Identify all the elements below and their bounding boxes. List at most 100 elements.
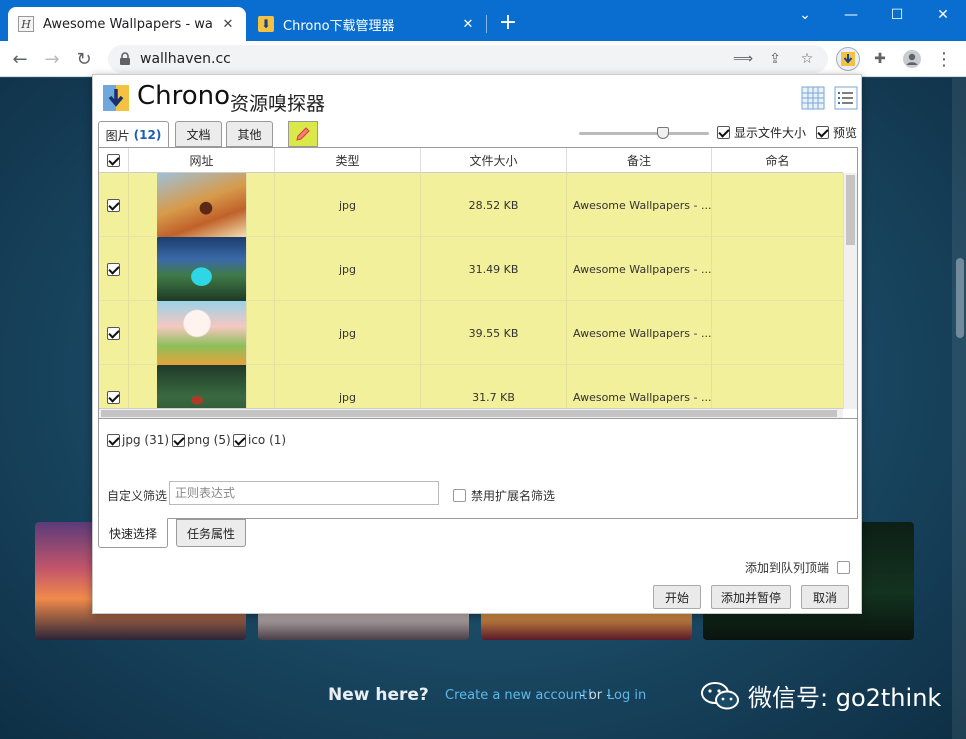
name-cell[interactable]: [712, 237, 843, 301]
type-cell: jpg: [275, 301, 421, 365]
wallhaven-favicon-icon: H: [18, 16, 34, 32]
filetype-jpg[interactable]: jpg (31): [107, 433, 169, 447]
scrollbar-thumb[interactable]: [101, 410, 837, 417]
preview-label: 预览: [833, 126, 858, 140]
show-size-option[interactable]: 显示文件大小: [717, 124, 806, 141]
preview-checkbox[interactable]: [816, 126, 829, 139]
image-preview: [156, 173, 247, 237]
grid-view-icon[interactable]: [801, 86, 825, 110]
start-button[interactable]: 开始: [653, 585, 701, 609]
tab-task-props-label: 任务属性: [186, 526, 235, 541]
pencil-edit-button[interactable]: [288, 121, 318, 147]
show-size-checkbox[interactable]: [717, 126, 730, 139]
column-header-url[interactable]: 网址: [129, 148, 275, 173]
scrollbar-thumb[interactable]: [846, 175, 855, 245]
new-tab-button[interactable]: +: [496, 12, 520, 36]
image-preview: [156, 237, 247, 301]
chrono-extension-icon[interactable]: [836, 47, 860, 71]
menu-dots-icon[interactable]: ⋮: [932, 47, 956, 71]
table-row[interactable]: jpg 39.55 KB Awesome Wallpapers - ...: [99, 301, 843, 365]
filetype-checkbox[interactable]: [107, 433, 120, 447]
note-cell: Awesome Wallpapers - ...: [567, 301, 712, 365]
share-icon[interactable]: ⇪: [766, 50, 784, 68]
column-header-name[interactable]: 命名: [712, 148, 843, 173]
add-to-top-checkbox[interactable]: [837, 561, 851, 574]
tab-others[interactable]: 其他: [226, 121, 273, 147]
filetype-label: ico (1): [248, 433, 287, 447]
name-cell[interactable]: [712, 173, 843, 237]
row-checkbox[interactable]: [107, 390, 120, 404]
tab-documents-label: 文档: [186, 127, 211, 142]
create-account-link[interactable]: Create a new account!: [445, 688, 592, 703]
filetype-checkbox[interactable]: [172, 433, 185, 447]
tab-search-icon[interactable]: ⌄: [782, 0, 828, 30]
column-header-size[interactable]: 文件大小: [421, 148, 567, 173]
select-all-cell[interactable]: [99, 148, 129, 173]
note-cell: Awesome Wallpapers - ...: [567, 237, 712, 301]
disable-ext-checkbox[interactable]: [453, 489, 466, 502]
resource-grid: 网址 类型 文件大小 备注 命名 jpg 28.52 KB Awesome Wa…: [98, 147, 858, 419]
filetype-ico[interactable]: ico (1): [233, 433, 286, 447]
row-checkbox[interactable]: [107, 262, 120, 276]
tab-task-props[interactable]: 任务属性: [176, 519, 246, 547]
select-all-checkbox[interactable]: [107, 154, 120, 167]
slider-knob[interactable]: [657, 127, 669, 139]
add-pause-button[interactable]: 添加并暂停: [711, 585, 791, 609]
page-scrollbar[interactable]: [952, 78, 966, 739]
table-row[interactable]: jpg 31.49 KB Awesome Wallpapers - ...: [99, 237, 843, 301]
forward-button[interactable]: →: [40, 47, 64, 71]
lock-icon[interactable]: [118, 52, 132, 66]
table-row[interactable]: jpg 28.52 KB Awesome Wallpapers - ...: [99, 173, 843, 237]
tab-documents[interactable]: 文档: [175, 121, 222, 147]
chrono-popup: Chrono 资源嗅探器 图片 (12) 文档 其他 显示文件大小 预览 网址 …: [92, 74, 862, 614]
tab-chrono[interactable]: ⬇ Chrono下载管理器 ✕: [248, 7, 486, 41]
close-tab-icon[interactable]: ✕: [220, 17, 236, 32]
note-cell: Awesome Wallpapers - ...: [567, 173, 712, 237]
close-tab-icon[interactable]: ✕: [460, 17, 476, 32]
list-view-icon[interactable]: [834, 86, 858, 110]
filetype-checkbox[interactable]: [233, 433, 246, 447]
grid-horizontal-scrollbar[interactable]: [99, 408, 843, 418]
window-close-button[interactable]: ✕: [920, 0, 966, 30]
translate-icon[interactable]: ⟹: [733, 50, 753, 68]
reload-button[interactable]: ↻: [72, 47, 96, 71]
name-cell[interactable]: [712, 301, 843, 365]
filetype-label: png (5): [187, 433, 231, 447]
column-header-type[interactable]: 类型: [275, 148, 421, 173]
tab-images[interactable]: 图片 (12): [98, 121, 169, 149]
tab-wallhaven[interactable]: H Awesome Wallpapers - wallha ✕: [8, 7, 246, 41]
type-cell: jpg: [275, 237, 421, 301]
wechat-watermark: 微信号: go2think: [700, 678, 941, 713]
tab-quick-select[interactable]: 快速选择: [98, 518, 168, 548]
grid-vertical-scrollbar[interactable]: [843, 173, 857, 409]
maximize-button[interactable]: ☐: [874, 0, 920, 30]
minimize-button[interactable]: —: [828, 0, 874, 30]
login-link[interactable]: Log in: [607, 688, 646, 703]
tab-title: Awesome Wallpapers - wallha: [43, 16, 214, 32]
filetype-png[interactable]: png (5): [172, 433, 231, 447]
row-checkbox[interactable]: [107, 198, 120, 212]
size-cell: 28.52 KB: [421, 173, 567, 237]
filetype-label: jpg (31): [122, 433, 170, 447]
cancel-button[interactable]: 取消: [801, 585, 849, 609]
add-to-top-option[interactable]: 添加到队列顶端: [745, 559, 851, 576]
column-header-note[interactable]: 备注: [567, 148, 712, 173]
brand-subtitle: 资源嗅探器: [230, 93, 326, 115]
extensions-puzzle-icon[interactable]: ✚: [868, 47, 892, 71]
tab-strip: H Awesome Wallpapers - wallha ✕ ⬇ Chrono…: [0, 0, 966, 41]
chrono-favicon-icon: ⬇: [258, 16, 274, 32]
size-cell: 31.49 KB: [421, 237, 567, 301]
regex-input[interactable]: [169, 481, 439, 505]
back-button[interactable]: ←: [8, 47, 32, 71]
disable-ext-option[interactable]: 禁用扩展名筛选: [453, 487, 555, 504]
profile-avatar-icon[interactable]: [900, 47, 924, 71]
address-bar[interactable]: wallhaven.cc ⟹ ⇪ ☆: [108, 45, 828, 73]
new-here-heading: New here?: [328, 685, 429, 705]
page-scrollbar-thumb[interactable]: [956, 258, 964, 338]
row-checkbox[interactable]: [107, 326, 120, 340]
bookmark-star-icon[interactable]: ☆: [798, 50, 816, 68]
tab-quick-select-label: 快速选择: [108, 526, 157, 541]
preview-size-slider[interactable]: [579, 127, 709, 139]
disable-ext-label: 禁用扩展名筛选: [471, 489, 556, 503]
preview-option[interactable]: 预览: [816, 124, 857, 141]
